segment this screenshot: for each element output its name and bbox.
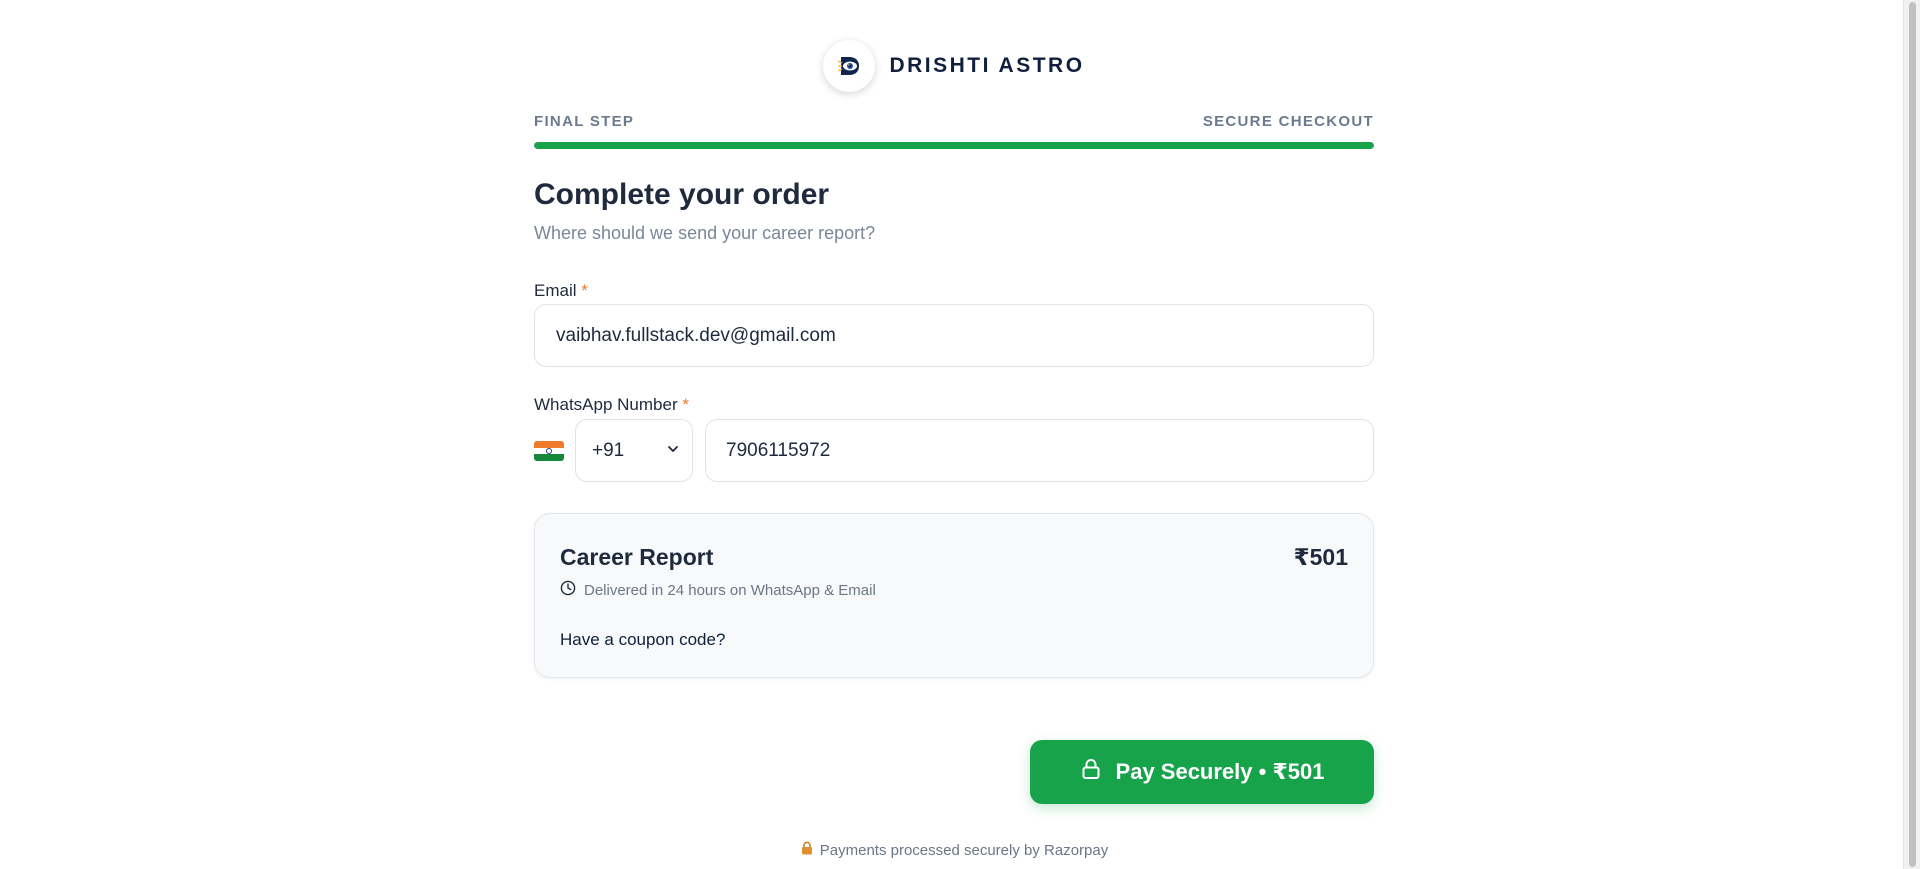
footer-note-text: Payments processed securely by Razorpay xyxy=(819,841,1109,859)
email-input[interactable]: vaibhav.fullstack.dev@gmail.com xyxy=(534,304,1374,367)
clock-icon xyxy=(560,580,576,600)
payment-footer: Payments processed securely by Razorpay xyxy=(534,841,1374,859)
page-subtitle: Where should we send your career report? xyxy=(534,223,876,243)
brand-name: DRISHTI ASTRO xyxy=(889,54,1085,77)
whatsapp-number-value: 7906115972 xyxy=(726,439,831,461)
step-label-right: SECURE CHECKOUT xyxy=(1202,113,1374,130)
delivery-info: Delivered in 24 hours on WhatsApp & Emai… xyxy=(560,580,876,600)
brand-header: DRISHTI ASTRO xyxy=(534,39,1374,93)
lock-icon xyxy=(800,841,814,859)
page-scrollbar[interactable] xyxy=(1903,0,1920,869)
pay-securely-button[interactable]: Pay Securely • ₹501 xyxy=(1030,740,1374,804)
delivery-text: Delivered in 24 hours on WhatsApp & Emai… xyxy=(584,581,876,599)
required-mark: * xyxy=(581,281,588,300)
product-price: ₹501 xyxy=(1293,544,1348,570)
page-title: Complete your order xyxy=(534,178,830,211)
chevron-down-icon xyxy=(666,440,680,462)
email-value: vaibhav.fullstack.dev@gmail.com xyxy=(556,324,836,346)
whatsapp-number-input[interactable]: 7906115972 xyxy=(705,419,1374,482)
step-label-left: FINAL STEP xyxy=(534,113,635,130)
astro-eye-logo-icon xyxy=(823,40,876,92)
progress-labels: FINAL STEP SECURE CHECKOUT xyxy=(534,113,1374,130)
whatsapp-label-text: WhatsApp Number xyxy=(534,395,678,414)
email-label-text: Email xyxy=(534,281,577,300)
checkout-page: DRISHTI ASTRO FINAL STEP SECURE CHECKOUT… xyxy=(0,0,1920,869)
progress-bar xyxy=(534,142,1374,149)
india-flag-icon xyxy=(534,441,564,461)
lock-icon xyxy=(1080,758,1102,786)
required-mark: * xyxy=(682,395,689,414)
product-name: Career Report xyxy=(560,544,714,570)
country-code-value: +91 xyxy=(592,439,625,461)
pay-button-label: Pay Securely • ₹501 xyxy=(1115,759,1325,784)
progress-bar-fill xyxy=(534,142,1374,149)
scrollbar-thumb[interactable] xyxy=(1909,2,1916,867)
whatsapp-label: WhatsApp Number * xyxy=(534,395,689,415)
coupon-code-link[interactable]: Have a coupon code? xyxy=(560,630,725,650)
order-summary-card: Career Report ₹501 Delivered in 24 hours… xyxy=(534,513,1374,678)
country-code-select[interactable]: +91 xyxy=(575,419,693,482)
email-label: Email * xyxy=(534,281,588,301)
